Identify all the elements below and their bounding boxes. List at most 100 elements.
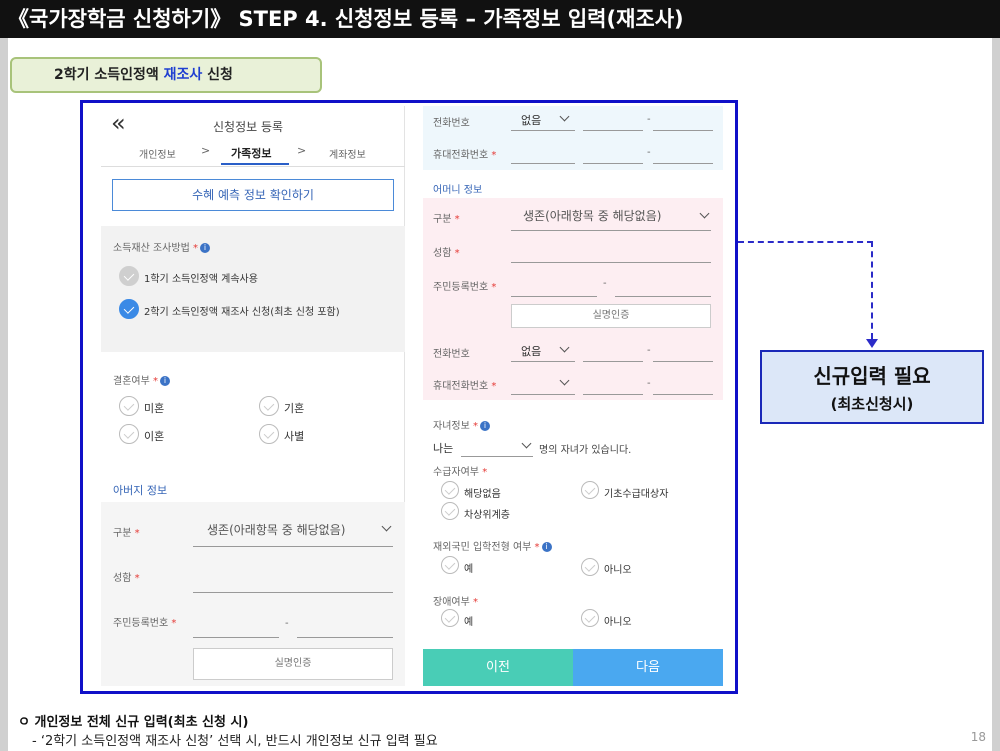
next-button[interactable]: 다음 bbox=[573, 649, 723, 686]
recipient-basic: 기초수급대상자 bbox=[604, 489, 669, 500]
callout-main: 신규입력 필요 bbox=[813, 364, 931, 388]
father-rrn-front-input[interactable] bbox=[193, 637, 279, 638]
children-count-select[interactable] bbox=[461, 456, 533, 457]
overseas-yes: 예 bbox=[464, 564, 474, 575]
step-family[interactable]: 가족정보 bbox=[231, 145, 271, 161]
mother-rrn-back-input[interactable] bbox=[615, 296, 711, 297]
radio-widowed[interactable] bbox=[259, 424, 279, 444]
mother-phone-label: 전화번호 bbox=[433, 349, 470, 360]
radio-single[interactable] bbox=[119, 396, 139, 416]
father-rrn-back-input[interactable] bbox=[297, 637, 393, 638]
page-number: 18 bbox=[970, 730, 986, 744]
mother-section bbox=[423, 198, 723, 400]
father-rrn-dash: - bbox=[285, 618, 289, 629]
page-header: 《국가장학금 신청하기》 STEP 4. 신청정보 등록 – 가족정보 입력(재… bbox=[0, 0, 1000, 38]
step-sep-2: > bbox=[297, 144, 307, 157]
step-divider bbox=[101, 166, 405, 167]
father-phone-end-input[interactable] bbox=[653, 130, 713, 131]
info-icon: i bbox=[160, 376, 170, 386]
marriage-label: 결혼여부 * i bbox=[113, 372, 170, 387]
radio-survey-keep[interactable] bbox=[119, 266, 139, 286]
marriage-married: 기혼 bbox=[284, 402, 305, 415]
step-account[interactable]: 계좌정보 bbox=[329, 146, 366, 161]
recipient-none: 해당없음 bbox=[464, 489, 501, 500]
mother-verify-button[interactable]: 실명인증 bbox=[511, 304, 711, 328]
father-mobile-end-input[interactable] bbox=[653, 163, 713, 164]
survey-option-keep: 1학기 소득인정액 계속사용 bbox=[144, 274, 258, 285]
callout-connector-h bbox=[738, 241, 873, 243]
section-tag: 2학기 소득인정액 재조사 신청 bbox=[10, 57, 322, 93]
benefit-preview-button[interactable]: 수혜 예측 정보 확인하기 bbox=[112, 179, 394, 211]
mother-phone-end-input[interactable] bbox=[653, 361, 713, 362]
step-personal[interactable]: 개인정보 bbox=[139, 146, 176, 161]
mother-mobile-end-input[interactable] bbox=[653, 394, 713, 395]
overseas-no: 아니오 bbox=[604, 565, 632, 576]
right-phone-panel: 전화번호 없음 - 휴대전화번호 * - 어머니 정보 구분 * 생존(아래항목… bbox=[423, 106, 723, 686]
recipient-label: 수급자여부 * bbox=[433, 467, 488, 478]
children-prefix: 나는 bbox=[433, 442, 454, 455]
radio-overseas-yes[interactable] bbox=[441, 556, 459, 574]
mother-rrn-dash: - bbox=[603, 278, 607, 289]
mother-rrn-front-input[interactable] bbox=[511, 296, 597, 297]
marriage-single: 미혼 bbox=[144, 402, 165, 415]
father-mobile-dash: - bbox=[647, 147, 651, 158]
radio-recipient-basic[interactable] bbox=[581, 481, 599, 499]
survey-option-reinvestigate: 2학기 소득인정액 재조사 신청(최초 신청 포함) bbox=[144, 307, 340, 318]
mother-section-title: 어머니 정보 bbox=[433, 185, 483, 196]
back-icon[interactable]: « bbox=[111, 110, 126, 136]
father-type-label: 구분 * bbox=[113, 528, 140, 539]
screen-title: 신청정보 등록 bbox=[213, 120, 284, 134]
mother-mobile-first-input[interactable] bbox=[511, 394, 575, 395]
radio-overseas-no[interactable] bbox=[581, 558, 599, 576]
radio-recipient-nearpoor[interactable] bbox=[441, 502, 459, 520]
mother-type-select[interactable]: 생존(아래항목 중 해당없음) bbox=[523, 207, 661, 224]
disabled-no: 아니오 bbox=[604, 617, 632, 628]
father-mobile-mid-input[interactable] bbox=[583, 163, 643, 164]
survey-label: 소득재산 조사방법 * i bbox=[113, 239, 210, 254]
mother-phone-dash: - bbox=[647, 345, 651, 356]
mother-rrn-label: 주민등록번호 * bbox=[433, 282, 497, 293]
mother-phone-select[interactable]: 없음 bbox=[521, 343, 541, 359]
father-mobile-first-input[interactable] bbox=[511, 163, 575, 164]
father-verify-button[interactable]: 실명인증 bbox=[193, 648, 393, 680]
radio-disabled-yes[interactable] bbox=[441, 609, 459, 627]
marriage-divorced: 이혼 bbox=[144, 430, 165, 443]
radio-disabled-no[interactable] bbox=[581, 609, 599, 627]
radio-divorced[interactable] bbox=[119, 424, 139, 444]
disabled-label: 장애여부 * bbox=[433, 597, 478, 608]
father-rrn-label: 주민등록번호 * bbox=[113, 618, 177, 629]
mother-mobile-mid-input[interactable] bbox=[583, 394, 643, 395]
info-icon: i bbox=[199, 243, 210, 253]
info-icon: i bbox=[480, 421, 490, 431]
mother-mobile-label: 휴대전화번호 * bbox=[433, 381, 497, 392]
radio-married[interactable] bbox=[259, 396, 279, 416]
father-mobile-label: 휴대전화번호 * bbox=[433, 150, 497, 161]
callout-connector-v bbox=[871, 241, 873, 339]
callout-box: 신규입력 필요 (최초신청시) bbox=[760, 350, 984, 424]
right-margin bbox=[992, 38, 1000, 751]
mother-type-label: 구분 * bbox=[433, 214, 460, 225]
children-label: 자녀정보 * i bbox=[433, 417, 490, 432]
left-phone-panel: « 신청정보 등록 개인정보 > 가족정보 > 계좌정보 수혜 예측 정보 확인… bbox=[101, 106, 405, 686]
mother-phone-mid-input[interactable] bbox=[583, 361, 643, 362]
father-phone-select[interactable]: 없음 bbox=[521, 112, 541, 128]
callout-sub: (최초신청시) bbox=[830, 395, 914, 413]
father-phone-mid-input[interactable] bbox=[583, 130, 643, 131]
father-section-title: 아버지 정보 bbox=[113, 484, 168, 497]
father-phone-dash: - bbox=[647, 114, 651, 125]
prev-button[interactable]: 이전 bbox=[423, 649, 573, 686]
children-suffix: 명의 자녀가 있습니다. bbox=[539, 445, 632, 456]
footer-note: - ‘2학기 소득인정액 재조사 신청’ 선택 시, 반드시 개인정보 신규 입… bbox=[32, 734, 438, 749]
father-name-input[interactable] bbox=[193, 592, 393, 593]
recipient-nearpoor: 차상위계층 bbox=[464, 510, 510, 521]
father-name-label: 성함 * bbox=[113, 573, 140, 584]
mother-name-input[interactable] bbox=[511, 262, 711, 263]
radio-survey-reinvestigate[interactable] bbox=[119, 299, 139, 319]
mother-type-underline bbox=[511, 230, 711, 231]
radio-recipient-none[interactable] bbox=[441, 481, 459, 499]
arrow-down-icon bbox=[866, 339, 878, 348]
disabled-yes: 예 bbox=[464, 617, 474, 628]
father-type-select[interactable]: 생존(아래항목 중 해당없음) bbox=[207, 521, 345, 538]
step-sep-1: > bbox=[201, 144, 211, 157]
father-phone-label: 전화번호 bbox=[433, 118, 470, 129]
